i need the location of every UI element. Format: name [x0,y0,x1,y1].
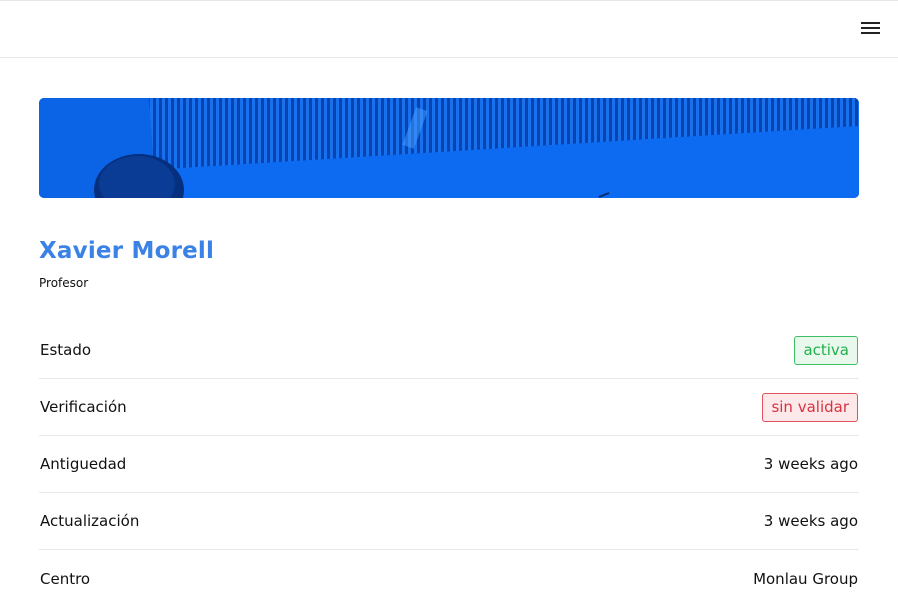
detail-label: Verificación [40,398,127,416]
detail-row-verificacion: Verificación sin validar [39,379,859,436]
hamburger-menu-icon[interactable] [861,22,881,38]
detail-row-estado: Estado activa [39,322,859,379]
banner-image [39,98,859,198]
detail-value: 3 weeks ago [763,455,858,473]
detail-label: Antiguedad [40,455,127,473]
status-badge: activa [794,335,858,365]
detail-row-antiguedad: Antiguedad 3 weeks ago [39,436,859,493]
detail-value: Monlau Group [753,569,858,588]
profile-role: Profesor [39,276,89,290]
detail-label: Estado [40,341,92,359]
profile-details-list: Estado activa Verificación sin validar A… [39,322,859,607]
detail-label: Actualización [40,512,140,530]
detail-row-actualizacion: Actualización 3 weeks ago [39,493,859,550]
detail-value: 3 weeks ago [763,512,858,530]
verification-badge: sin validar [762,392,858,422]
profile-banner [39,98,859,198]
top-bar [0,0,898,58]
profile-name: Xavier Morell [39,238,215,264]
detail-label: Centro [40,569,91,588]
detail-row-centro: Centro Monlau Group [39,550,859,607]
